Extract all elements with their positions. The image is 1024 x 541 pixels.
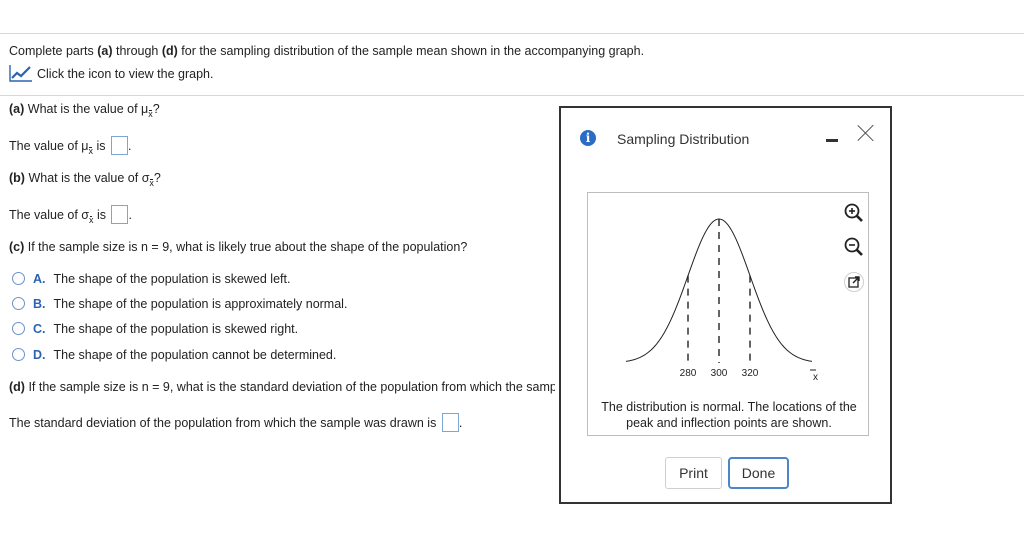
part-a-label: (a): [9, 102, 25, 116]
x-bar-subscript: x: [149, 178, 154, 188]
option-letter: B.: [33, 297, 46, 311]
part-d-answer: The standard deviation of the population…: [9, 413, 462, 432]
x-bar-subscript: x: [88, 146, 93, 156]
part-b-answer-input[interactable]: [111, 205, 129, 224]
instructions-text: for the sampling distribution of the sam…: [177, 44, 645, 58]
part-d-answer-prefix: The standard deviation of the population…: [9, 416, 437, 430]
minimize-button[interactable]: [826, 130, 840, 146]
instructions-part-d: (d): [161, 44, 178, 58]
part-c-question: (c) If the sample size is n = 9, what is…: [9, 240, 467, 254]
instructions-text: Complete parts: [9, 44, 98, 58]
part-b-label: (b): [9, 171, 25, 185]
part-d-label: (d): [9, 380, 25, 394]
instructions-part-a: (a): [97, 44, 113, 58]
part-a-question: (a) What is the value of μx?: [9, 102, 160, 119]
info-icon: i: [580, 130, 596, 146]
option-letter: D.: [33, 348, 46, 362]
graph-link-text[interactable]: Click the icon to view the graph.: [37, 67, 213, 81]
close-button[interactable]: [854, 121, 878, 145]
option-text[interactable]: The shape of the population is approxima…: [54, 297, 348, 311]
done-button[interactable]: Done: [728, 457, 789, 489]
part-b-answer: The value of σx is .: [9, 205, 132, 225]
graph-panel: 280 300 320 x The distribution is normal…: [587, 192, 869, 436]
section-divider: [0, 95, 1024, 96]
tick-label-320: 320: [742, 368, 759, 379]
tick-label-280: 280: [680, 368, 697, 379]
x-bar-subscript: x: [148, 109, 153, 119]
radio-button[interactable]: [12, 297, 25, 310]
option-text[interactable]: The shape of the population is skewed ri…: [54, 322, 299, 336]
open-external-icon[interactable]: [844, 272, 864, 292]
part-c-label: (c): [9, 240, 25, 254]
x-axis-label: x: [813, 372, 818, 383]
print-button[interactable]: Print: [665, 457, 722, 489]
caption-line-2: peak and inflection points are shown.: [626, 416, 832, 430]
part-d-question-text: If the sample size is n = 9, what is the…: [28, 380, 555, 394]
zoom-in-icon[interactable]: [844, 203, 864, 223]
option-c[interactable]: C. The shape of the population is skewed …: [12, 322, 298, 336]
part-b-answer-prefix: The value of σ: [9, 208, 89, 222]
part-c-question-text: If the sample size is n = 9, what is lik…: [27, 240, 468, 254]
part-a-answer: The value of μx is .: [9, 136, 131, 156]
graph-caption: The distribution is normal. The location…: [588, 399, 870, 431]
tick-label-300: 300: [711, 368, 728, 379]
part-b-question-text: What is the value of σ: [28, 171, 150, 185]
radio-button[interactable]: [12, 348, 25, 361]
part-d-answer-input[interactable]: [441, 413, 459, 432]
top-divider: [0, 33, 1024, 34]
option-text[interactable]: The shape of the population cannot be de…: [54, 348, 337, 362]
option-b[interactable]: B. The shape of the population is approxi…: [12, 297, 347, 311]
normal-distribution-chart: 280 300 320 x: [625, 218, 818, 383]
dialog-title: Sampling Distribution: [617, 131, 750, 147]
option-letter: A.: [33, 272, 46, 286]
radio-button[interactable]: [12, 272, 25, 285]
part-b-question: (b) What is the value of σx?: [9, 171, 161, 188]
zoom-out-icon[interactable]: [844, 237, 864, 257]
sampling-distribution-dialog: i Sampling Distribution 280 300 320 x Th…: [559, 106, 892, 504]
part-a-answer-prefix: The value of μ: [9, 139, 89, 153]
x-bar-subscript: x: [88, 215, 94, 225]
part-b-answer-is: is: [96, 208, 106, 222]
option-a[interactable]: A. The shape of the population is skewed …: [12, 272, 290, 286]
part-a-answer-is: is: [96, 139, 106, 153]
radio-button[interactable]: [12, 322, 25, 335]
option-letter: C.: [33, 322, 46, 336]
option-text[interactable]: The shape of the population is skewed le…: [54, 272, 291, 286]
graph-link[interactable]: Click the icon to view the graph.: [9, 64, 213, 85]
part-a-answer-input[interactable]: [110, 136, 128, 155]
instructions-text: through: [112, 44, 162, 58]
caption-line-1: The distribution is normal. The location…: [601, 400, 857, 414]
part-a-question-text: What is the value of μ: [27, 102, 149, 116]
part-d-question: (d) If the sample size is n = 9, what is…: [0, 380, 555, 394]
line-chart-icon[interactable]: [9, 64, 33, 85]
instructions: Complete parts (a) through (d) for the s…: [9, 44, 644, 58]
option-d[interactable]: D. The shape of the population cannot be …: [12, 348, 336, 362]
